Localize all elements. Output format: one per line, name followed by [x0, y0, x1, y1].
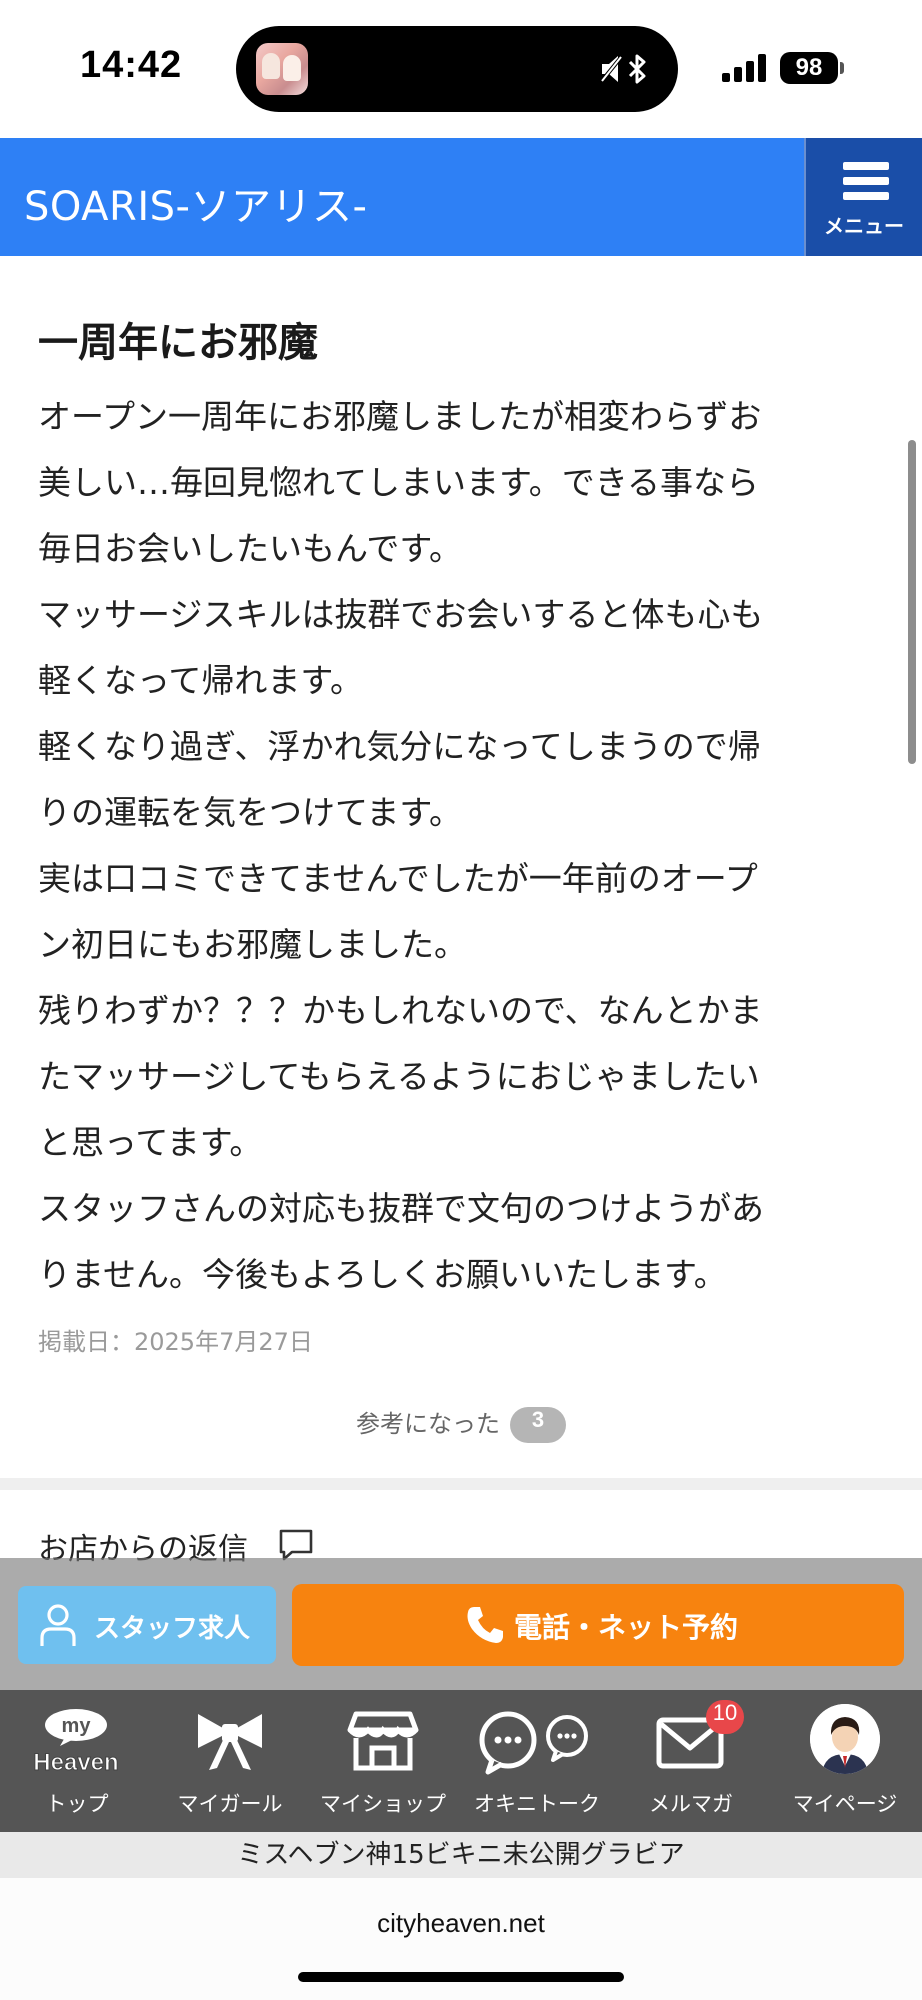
helpful-count-badge: 3: [510, 1407, 566, 1443]
storefront-icon: [347, 1711, 419, 1771]
nav-my-girl[interactable]: マイガール: [153, 1690, 307, 1832]
review-line: りの運転を気をつけてます。: [38, 793, 463, 832]
battery-tip: [840, 62, 844, 74]
my-heaven-logo-icon: my Heaven: [33, 1709, 119, 1776]
nav-okini-talk[interactable]: オキニトーク: [460, 1690, 614, 1832]
nav-my-shop[interactable]: マイショップ: [306, 1690, 460, 1832]
site-title[interactable]: SOARIS-ソアリス-: [24, 174, 367, 232]
review-line: と思ってます。: [38, 1123, 263, 1162]
review-title: 一周年にお邪魔: [38, 320, 318, 366]
section-divider: [0, 1478, 922, 1490]
post-date: 掲載日：2025年7月27日: [38, 1328, 313, 1356]
status-bar: 14:42 98: [0, 0, 922, 138]
battery-icon: 98: [780, 52, 838, 84]
nav-label-my-girl: マイガール: [177, 1792, 283, 1816]
review-line: オープン一周年にお邪魔しましたが相変わらずお: [38, 397, 762, 436]
svg-text:Heaven: Heaven: [33, 1749, 118, 1776]
browser-footer: cityheaven.net: [0, 1878, 922, 2000]
hamburger-icon: [843, 162, 889, 200]
page-scrollbar[interactable]: [908, 440, 916, 764]
speech-bubble-icon: [279, 1529, 313, 1561]
helpful-label: 参考になった: [356, 1410, 500, 1438]
review-line: ン初日にもお邪魔しました。: [38, 925, 467, 964]
dynamic-island[interactable]: [236, 26, 678, 112]
menu-label: メニュー: [824, 214, 904, 238]
staff-recruit-label: スタッフ求人: [94, 1614, 251, 1644]
home-indicator[interactable]: [298, 1972, 624, 1982]
review-body: オープン一周年にお邪魔しましたが相変わらずお 美しい…毎回見惚れてしまいます。で…: [38, 384, 874, 1308]
call-reserve-label: 電話・ネット予約: [514, 1611, 739, 1644]
svg-text:my: my: [62, 1715, 92, 1737]
sticky-cta-bar: スタッフ求人 電話・ネット予約: [0, 1558, 922, 1690]
staff-recruit-button[interactable]: スタッフ求人: [18, 1586, 276, 1664]
bottom-nav: my Heaven トップ マイガール マイショップ オキニトーク 10 メルマ…: [0, 1690, 922, 1832]
person-icon: [40, 1604, 76, 1646]
review-line: スタッフさんの対応も抜群で文句のつけようがあ: [38, 1189, 764, 1228]
review-line: 残りわずか？？？かもしれないので、なんとかま: [38, 991, 763, 1030]
nav-top[interactable]: my Heaven トップ: [0, 1690, 154, 1832]
mail-icon: [656, 1717, 724, 1769]
ribbon-icon: [198, 1714, 262, 1770]
review-line: 実は口コミできてませんでしたが一年前のオープ: [38, 859, 758, 898]
status-time: 14:42: [80, 44, 183, 86]
review-line: たマッサージしてもらえるようにおじゃましたい: [38, 1057, 760, 1096]
nav-label-my-page: マイページ: [792, 1792, 898, 1816]
silent-bluetooth-icon: [600, 54, 646, 84]
address-bar-domain[interactable]: cityheaven.net: [0, 1908, 922, 1939]
phone-icon: [467, 1607, 503, 1643]
avatar-icon: [810, 1704, 880, 1774]
nav-my-page[interactable]: マイページ: [768, 1690, 922, 1832]
review-line: マッサージスキルは抜群でお会いすると体も心も: [38, 595, 764, 634]
review-line: 美しい…毎回見惚れてしまいます。できる事なら: [38, 463, 760, 502]
review-line: 毎日お会いしたいもんです。: [38, 529, 463, 568]
call-reserve-button[interactable]: 電話・ネット予約: [292, 1584, 904, 1666]
nav-label-my-shop: マイショップ: [320, 1792, 446, 1816]
signal-icon: [722, 54, 768, 82]
nav-label-okini-talk: オキニトーク: [474, 1792, 600, 1816]
app-thumbnail-icon: [256, 43, 308, 95]
ad-banner[interactable]: ミスヘブン神15ビキニ未公開グラビア: [0, 1832, 922, 1878]
mail-unread-badge: 10: [706, 1700, 744, 1734]
review-article: 一周年にお邪魔 オープン一周年にお邪魔しましたが相変わらずお 美しい…毎回見惚れ…: [0, 256, 922, 1478]
helpful-button[interactable]: 参考になった 3: [0, 1404, 922, 1443]
review-line: 軽くなって帰れます。: [38, 661, 364, 700]
nav-label-mail-magazine: メルマガ: [649, 1792, 733, 1816]
menu-button[interactable]: メニュー: [804, 138, 922, 256]
nav-mail-magazine[interactable]: 10 メルマガ: [614, 1690, 768, 1832]
chat-bubbles-icon: [479, 1711, 588, 1775]
site-header: SOARIS-ソアリス- メニュー: [0, 138, 922, 256]
review-line: りません。今後もよろしくお願いいたします。: [38, 1255, 727, 1294]
review-line: 軽くなり過ぎ、浮かれ気分になってしまうので帰: [38, 727, 761, 766]
nav-label-top: トップ: [45, 1792, 109, 1816]
